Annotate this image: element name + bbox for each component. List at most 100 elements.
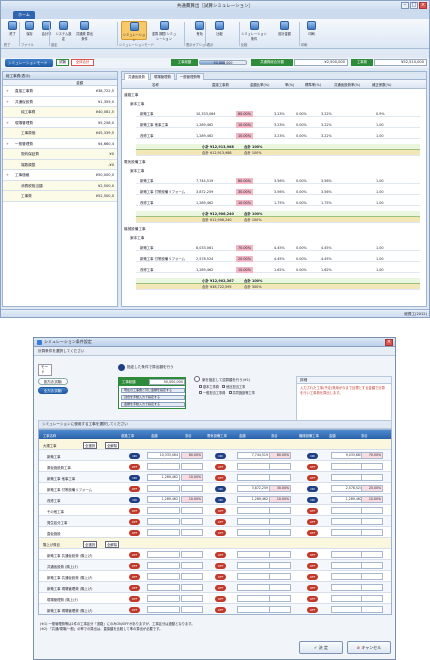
cost-summary-row[interactable]: + 直接工事費 ¥38,722,5 [3,86,117,97]
toggle-switch[interactable]: OFF [129,518,140,525]
toggle-switch[interactable]: OFF [215,474,226,481]
amount-cell[interactable] [237,573,270,580]
ratio-cell[interactable]: 20.00% [361,485,383,492]
ratio-cell[interactable] [361,529,383,536]
toggle-switch[interactable]: ON [307,496,318,503]
ribbon-button-system-settings[interactable]: システム設定 [55,21,72,41]
ratio-cell[interactable] [269,551,291,558]
amount-cell[interactable] [331,529,364,536]
toggle-switch[interactable]: ON [307,452,318,459]
ok-button[interactable]: ✔ 決 定 [299,641,343,654]
cost-summary-row[interactable]: 工事原価 ¥45,339,5 [3,128,117,139]
cost-summary-row[interactable]: + 工事価格 ¥50,000,0 [3,170,117,181]
cost-summary-row[interactable]: 端数調整 -¥0 [3,159,117,170]
amount-cell[interactable] [331,606,364,613]
check-general-icon[interactable] [199,391,202,394]
ratio-cell[interactable] [269,584,291,591]
work-row[interactable]: 新築工事 共通仮設費 (購上げ) OFF OFF OFF [39,571,391,582]
toggle-switch[interactable]: OFF [215,551,226,558]
work-row[interactable]: 新築工事 現場管理費 (購上げ) OFF OFF OFF [39,604,391,614]
toggle-switch[interactable]: OFF [307,573,318,580]
tab-home[interactable]: ホーム [13,11,35,19]
work-row[interactable]: 共通仮設費 (購上げ) OFF OFF OFF [39,560,391,571]
amount-cell[interactable] [331,463,364,470]
amount-cell[interactable] [147,573,180,580]
option-manual-amount[interactable]: 金額を手動入力で指定する [121,402,185,407]
radio-unselected-icon[interactable] [194,376,200,382]
work-row[interactable]: 新築工事 共通仮設費 (購上げ) OFF OFF OFF [39,549,391,560]
toggle-switch[interactable]: OFF [129,584,140,591]
amount-cell[interactable] [237,551,270,558]
ribbon-button-calc-condition[interactable]: 共通費 算出条件 [76,21,93,41]
ratio-cell[interactable] [361,584,383,591]
amount-cell[interactable]: 1,289,462 [237,496,270,503]
minimize-button[interactable]: – [401,2,409,9]
amount-cell[interactable] [147,595,180,602]
amount-cell[interactable] [147,551,180,558]
cost-summary-row[interactable]: + 現場管理費 ¥5,258,0 [3,118,117,128]
amount-cell[interactable] [147,507,180,514]
ratio-cell[interactable] [181,562,203,569]
ratio-cell[interactable] [269,606,291,613]
ratio-cell[interactable] [181,518,203,525]
ratio-cell[interactable]: 70.00% [361,452,383,459]
ratio-cell[interactable] [269,562,291,569]
toggle-switch[interactable]: OFF [129,573,140,580]
cancel-button[interactable]: ⊘ キャンセル [347,641,391,654]
toggle-switch[interactable]: OFF [307,595,318,602]
ratio-cell[interactable] [361,606,383,613]
toggle-switch[interactable]: OFF [215,518,226,525]
detail-row[interactable]: 改修工事 1,289,462 10.00% 3.23% 0.00% 3.22% 1.00 [136,133,420,139]
ratio-cell[interactable] [181,551,203,558]
amount-cell[interactable]: 9,033,681 [331,452,364,459]
amount-cell[interactable] [237,584,270,591]
detail-tab[interactable]: 一般管理費等 [175,72,205,80]
toggle-switch[interactable]: ON [129,496,140,503]
ratio-cell[interactable] [181,573,203,580]
cost-summary-row[interactable]: 契約保証費 ¥0 [3,149,117,160]
toggle-switch[interactable]: ON [215,485,226,492]
category-row[interactable]: 購上げ費目 全選択 全解除 [39,538,391,549]
amount-cell[interactable]: 3,872,259 [237,485,270,492]
amount-cell[interactable]: 7,744,519 [237,452,270,459]
work-row[interactable]: 新築工事 付帯設備リフォーム OFF ON 3,872,259 30.00% ON 2,57… [39,483,391,494]
toggle-switch[interactable]: OFF [215,507,226,514]
toggle-switch[interactable]: OFF [307,518,318,525]
ratio-cell[interactable]: 10.00% [181,474,203,481]
toggle-switch[interactable]: OFF [129,606,140,613]
amount-cell[interactable]: 10,333,064 [147,452,180,459]
toggle-switch[interactable]: OFF [215,573,226,580]
expand-icon[interactable]: + [6,170,9,180]
cost-summary-row[interactable]: 工事費 ¥52,500,0 [3,191,117,202]
amount-cell[interactable] [331,562,364,569]
ratio-cell[interactable] [269,518,291,525]
expand-icon[interactable]: + [6,97,9,107]
amount-cell[interactable] [331,584,364,591]
amount-cell[interactable] [331,474,364,481]
ratio-cell[interactable] [181,584,203,591]
simulation-mode-button[interactable]: シミュレーションモード [5,59,53,67]
amount-cell[interactable] [147,485,180,492]
mode-full-button[interactable]: 全方法(試験) [38,387,68,394]
work-row[interactable]: 現場管理費 (購上げ) OFF OFF OFF [39,593,391,604]
toggle-switch[interactable]: ON [215,452,226,459]
cost-summary-row[interactable]: 消費税相当額 ¥2,500,0 [3,180,117,191]
ratio-cell[interactable] [269,573,291,580]
ratio-cell[interactable]: 60.00% [269,452,291,459]
amount-cell[interactable]: 1,289,462 [147,474,180,481]
ratio-cell[interactable] [181,606,203,613]
expand-icon[interactable]: + [6,86,9,96]
detail-row[interactable]: 新築工事 7,744,519 60.00% 3.56% 0.00% 3.56% 1.00 [136,178,420,184]
cost-summary-row[interactable]: + 共通仮設費 ¥1,359,0 [3,97,117,107]
ratio-cell[interactable] [181,529,203,536]
ratio-cell[interactable]: 60.00% [181,452,203,459]
ratio-cell[interactable] [269,474,291,481]
amount-cell[interactable] [147,606,180,613]
amount-cell[interactable] [331,507,364,514]
ribbon-button-simulation[interactable]: シミュレーション [121,21,147,42]
ratio-cell[interactable] [181,595,203,602]
toggle-switch[interactable]: ON [307,485,318,492]
toggle-switch[interactable]: OFF [307,463,318,470]
amount-cell[interactable] [331,595,364,602]
close-button[interactable]: × [419,2,427,9]
